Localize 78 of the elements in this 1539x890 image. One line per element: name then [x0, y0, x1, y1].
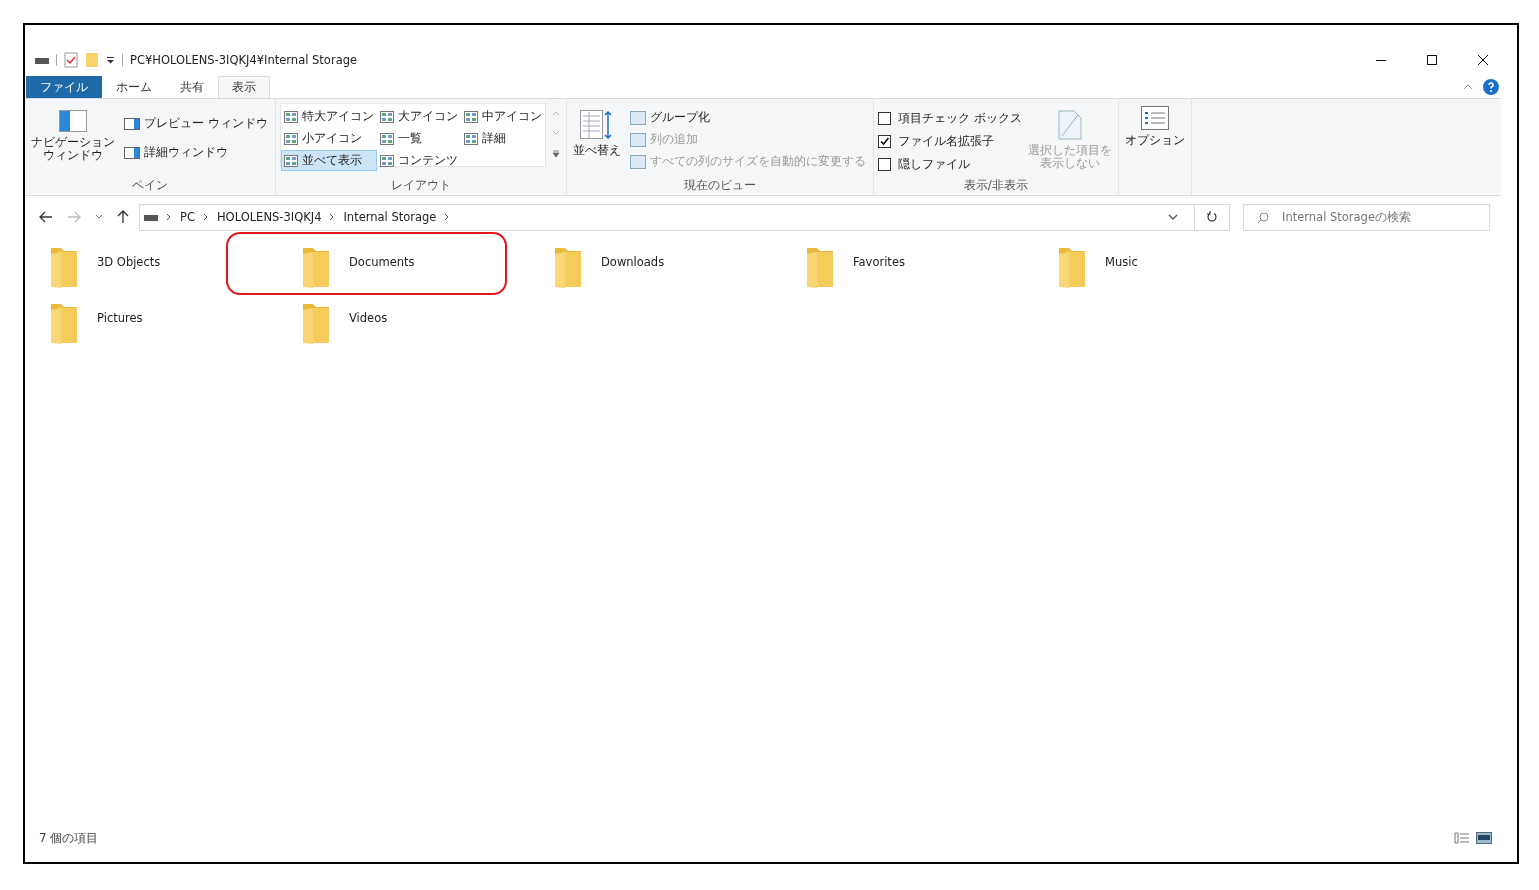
- ribbon-tab[interactable]: ファイル: [26, 76, 102, 98]
- folder-name[interactable]: Pictures: [97, 302, 143, 325]
- folder-name[interactable]: Favorites: [853, 246, 905, 269]
- checkbox[interactable]: [877, 134, 891, 148]
- back-icon[interactable]: [39, 211, 53, 223]
- column-icon: [629, 110, 646, 125]
- layout-icon: [283, 110, 298, 123]
- dropdown-icon[interactable]: [95, 214, 103, 220]
- maximize-icon[interactable]: [1426, 54, 1438, 66]
- caret-icon[interactable]: [106, 56, 115, 64]
- folder-name[interactable]: Videos: [349, 302, 388, 325]
- chevron-right-icon[interactable]: [329, 213, 336, 221]
- drive-icon[interactable]: [35, 56, 49, 64]
- layout-icon: [283, 154, 298, 167]
- layout-icon: [463, 132, 478, 145]
- group-label: レイアウト: [390, 177, 451, 193]
- options-button[interactable]: オプション: [1122, 103, 1187, 193]
- sort-icon: [579, 110, 614, 140]
- drive-icon: [144, 213, 158, 221]
- close-icon[interactable]: [1477, 54, 1489, 66]
- navigation-pane-icon: [59, 110, 87, 132]
- help-icon[interactable]: [1483, 79, 1499, 95]
- preview-pane-button[interactable]: プレビュー ウィンドウ: [121, 113, 271, 134]
- large-icons-view-icon[interactable]: [1476, 832, 1492, 844]
- sort-button[interactable]: 並べ替え: [570, 103, 623, 177]
- check-icon: [878, 135, 890, 147]
- folder-name[interactable]: 3D Objects: [97, 246, 161, 269]
- details-pane-button[interactable]: 詳細ウィンドウ: [121, 142, 271, 163]
- ribbon-tab[interactable]: 表示: [218, 76, 270, 98]
- group-label: 表示/非表示: [963, 177, 1028, 193]
- layout-option[interactable]: 大アイコン: [376, 106, 461, 127]
- search-icon: [1257, 211, 1269, 224]
- ribbon-tab[interactable]: 共有: [166, 76, 218, 98]
- layout-option[interactable]: 一覧: [376, 128, 461, 149]
- breadcrumb[interactable]: PC: [180, 210, 195, 224]
- refresh-icon[interactable]: [1206, 211, 1218, 223]
- layout-option[interactable]: 並べて表示: [280, 150, 377, 171]
- item-count: 7 個の項目: [39, 829, 99, 847]
- layout-option[interactable]: 詳細: [460, 128, 545, 149]
- layout-option[interactable]: 小アイコン: [280, 128, 377, 149]
- layout-icon: [463, 110, 478, 123]
- chevron-right-icon[interactable]: [202, 213, 209, 221]
- chevron-right-icon[interactable]: [166, 213, 172, 221]
- layout-option[interactable]: 特大アイコン: [280, 106, 377, 127]
- address-bar[interactable]: PC HOLOLENS-3IQKJ4 Internal Storage: [139, 203, 1230, 231]
- checkbox-label: 項目チェック ボックス: [897, 109, 1022, 127]
- dropdown-icon[interactable]: [1168, 214, 1178, 220]
- layout-icon: [283, 132, 298, 145]
- checkbox-label: 隠しファイル: [897, 155, 970, 173]
- group-label: ペイン: [131, 177, 168, 193]
- expand-icon[interactable]: [551, 150, 560, 158]
- hidden-file-icon: [1057, 110, 1082, 140]
- group-label: 現在のビュー: [683, 177, 756, 193]
- folder-name[interactable]: Downloads: [601, 246, 665, 269]
- layout-option[interactable]: コンテンツ: [376, 150, 461, 171]
- window-title: PC¥HOLOLENS-3IQKJ4¥Internal Storage: [130, 53, 358, 67]
- layout-option[interactable]: 中アイコン: [460, 106, 545, 127]
- search-field[interactable]: Internal Storageの検索: [1243, 203, 1490, 231]
- options-icon: [1140, 106, 1169, 130]
- navigation-pane-button[interactable]: ナビゲーション ウィンドウ: [29, 103, 117, 177]
- checkbox-label: ファイル名拡張子: [897, 132, 994, 150]
- breadcrumb[interactable]: Internal Storage: [343, 210, 437, 224]
- column-icon: [629, 154, 646, 169]
- checkbox[interactable]: [877, 111, 891, 125]
- checkbox[interactable]: [877, 157, 891, 171]
- folder-name[interactable]: Documents: [349, 246, 415, 269]
- ribbon-tab[interactable]: ホーム: [102, 76, 166, 98]
- layout-icon: [379, 132, 394, 145]
- chevron-up-icon[interactable]: [1463, 84, 1473, 90]
- column-icon: [629, 132, 646, 147]
- view-option[interactable]: グループ化: [626, 107, 869, 128]
- folder-name[interactable]: Music: [1105, 246, 1138, 269]
- up-arrow-icon[interactable]: [117, 210, 129, 224]
- chevron-right-icon[interactable]: [444, 213, 451, 221]
- breadcrumb[interactable]: HOLOLENS-3IQKJ4: [216, 210, 322, 224]
- pane-icon: [124, 117, 140, 130]
- layout-icon: [379, 110, 394, 123]
- pane-icon: [124, 146, 140, 159]
